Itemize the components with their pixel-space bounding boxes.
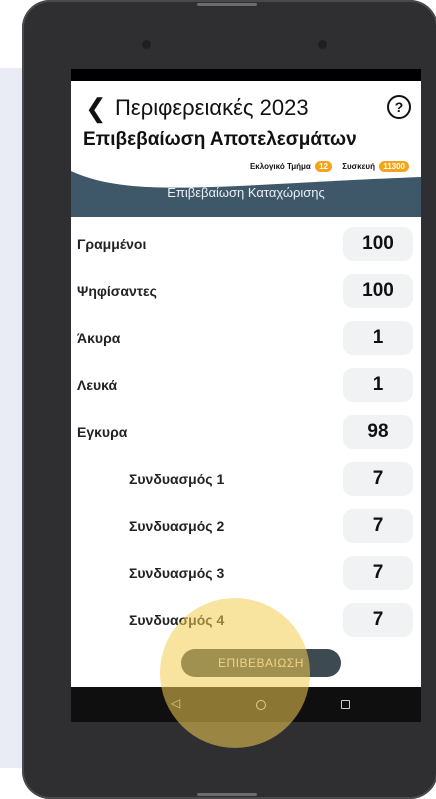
top-edge-mark: [197, 3, 257, 6]
title-row: ❮ Περιφερειακές 2023 ?: [71, 91, 421, 125]
result-row-blank: Λευκά 1: [71, 362, 421, 409]
row-label: Συνδυασμός 1: [129, 471, 225, 487]
row-label: Συνδυασμός 3: [129, 565, 225, 581]
chevron-left-icon[interactable]: ❮: [85, 93, 107, 123]
device-badge: 11300: [379, 161, 409, 172]
bottom-edge-mark: [197, 793, 257, 796]
row-value: 1: [343, 321, 413, 355]
page-subtitle: Επιβεβαίωση Αποτελεσμάτων: [83, 129, 357, 150]
station-label: Εκλογικό Τμήμα: [249, 162, 311, 171]
row-value: 98: [343, 415, 413, 449]
row-value: 7: [343, 462, 413, 496]
row-value: 7: [343, 509, 413, 543]
app-screen: ❮ Περιφερειακές 2023 ? Επιβεβαίωση Αποτε…: [71, 69, 421, 722]
station-badge: 12: [315, 161, 332, 172]
nav-home-icon[interactable]: [256, 700, 266, 710]
result-row-combination-2: Συνδυασμός 2 7: [71, 503, 421, 550]
confirm-button[interactable]: ΕΠΙΒΕΒΑΙΩΣΗ: [181, 649, 341, 677]
result-row-combination-4: Συνδυασμός 4 7: [71, 597, 421, 644]
sensor-right: [318, 40, 327, 49]
section-label: Επιβεβαίωση Καταχώρισης: [167, 185, 325, 200]
tablet-frame: ❮ Περιφερειακές 2023 ? Επιβεβαίωση Αποτε…: [22, 0, 436, 799]
result-row-valid: Εγκυρα 98: [71, 409, 421, 456]
question-circle-icon[interactable]: ?: [387, 95, 411, 119]
status-bar: [71, 69, 421, 81]
page-title: Περιφερειακές 2023: [115, 95, 309, 120]
nav-back-icon[interactable]: ◁: [171, 696, 180, 710]
device-label: Συσκευή: [342, 162, 375, 171]
row-label: Ψηφίσαντες: [77, 283, 157, 299]
row-label: Συνδυασμός 4: [129, 612, 225, 628]
row-label: Εγκυρα: [77, 424, 128, 440]
system-nav-bar: ◁: [71, 687, 421, 722]
row-value: 1: [343, 368, 413, 402]
results-list: Γραμμένοι 100 Ψηφίσαντες 100 Άκυρα 1 Λευ…: [71, 221, 421, 644]
status-badges: Εκλογικό Τμήμα 12 Συσκευή 11300: [250, 161, 417, 172]
row-label: Άκυρα: [77, 330, 121, 346]
nav-recent-icon[interactable]: [341, 700, 350, 709]
result-row-registered: Γραμμένοι 100: [71, 221, 421, 268]
row-value: 7: [343, 603, 413, 637]
result-row-combination-1: Συνδυασμός 1 7: [71, 456, 421, 503]
sensor-left: [142, 40, 151, 49]
row-value: 100: [343, 274, 413, 308]
row-label: Συνδυασμός 2: [129, 518, 225, 534]
result-row-invalid: Άκυρα 1: [71, 315, 421, 362]
row-label: Λευκά: [77, 377, 118, 393]
row-value: 7: [343, 556, 413, 590]
row-value: 100: [343, 227, 413, 261]
row-label: Γραμμένοι: [77, 236, 147, 252]
result-row-voted: Ψηφίσαντες 100: [71, 268, 421, 315]
result-row-combination-3: Συνδυασμός 3 7: [71, 550, 421, 597]
